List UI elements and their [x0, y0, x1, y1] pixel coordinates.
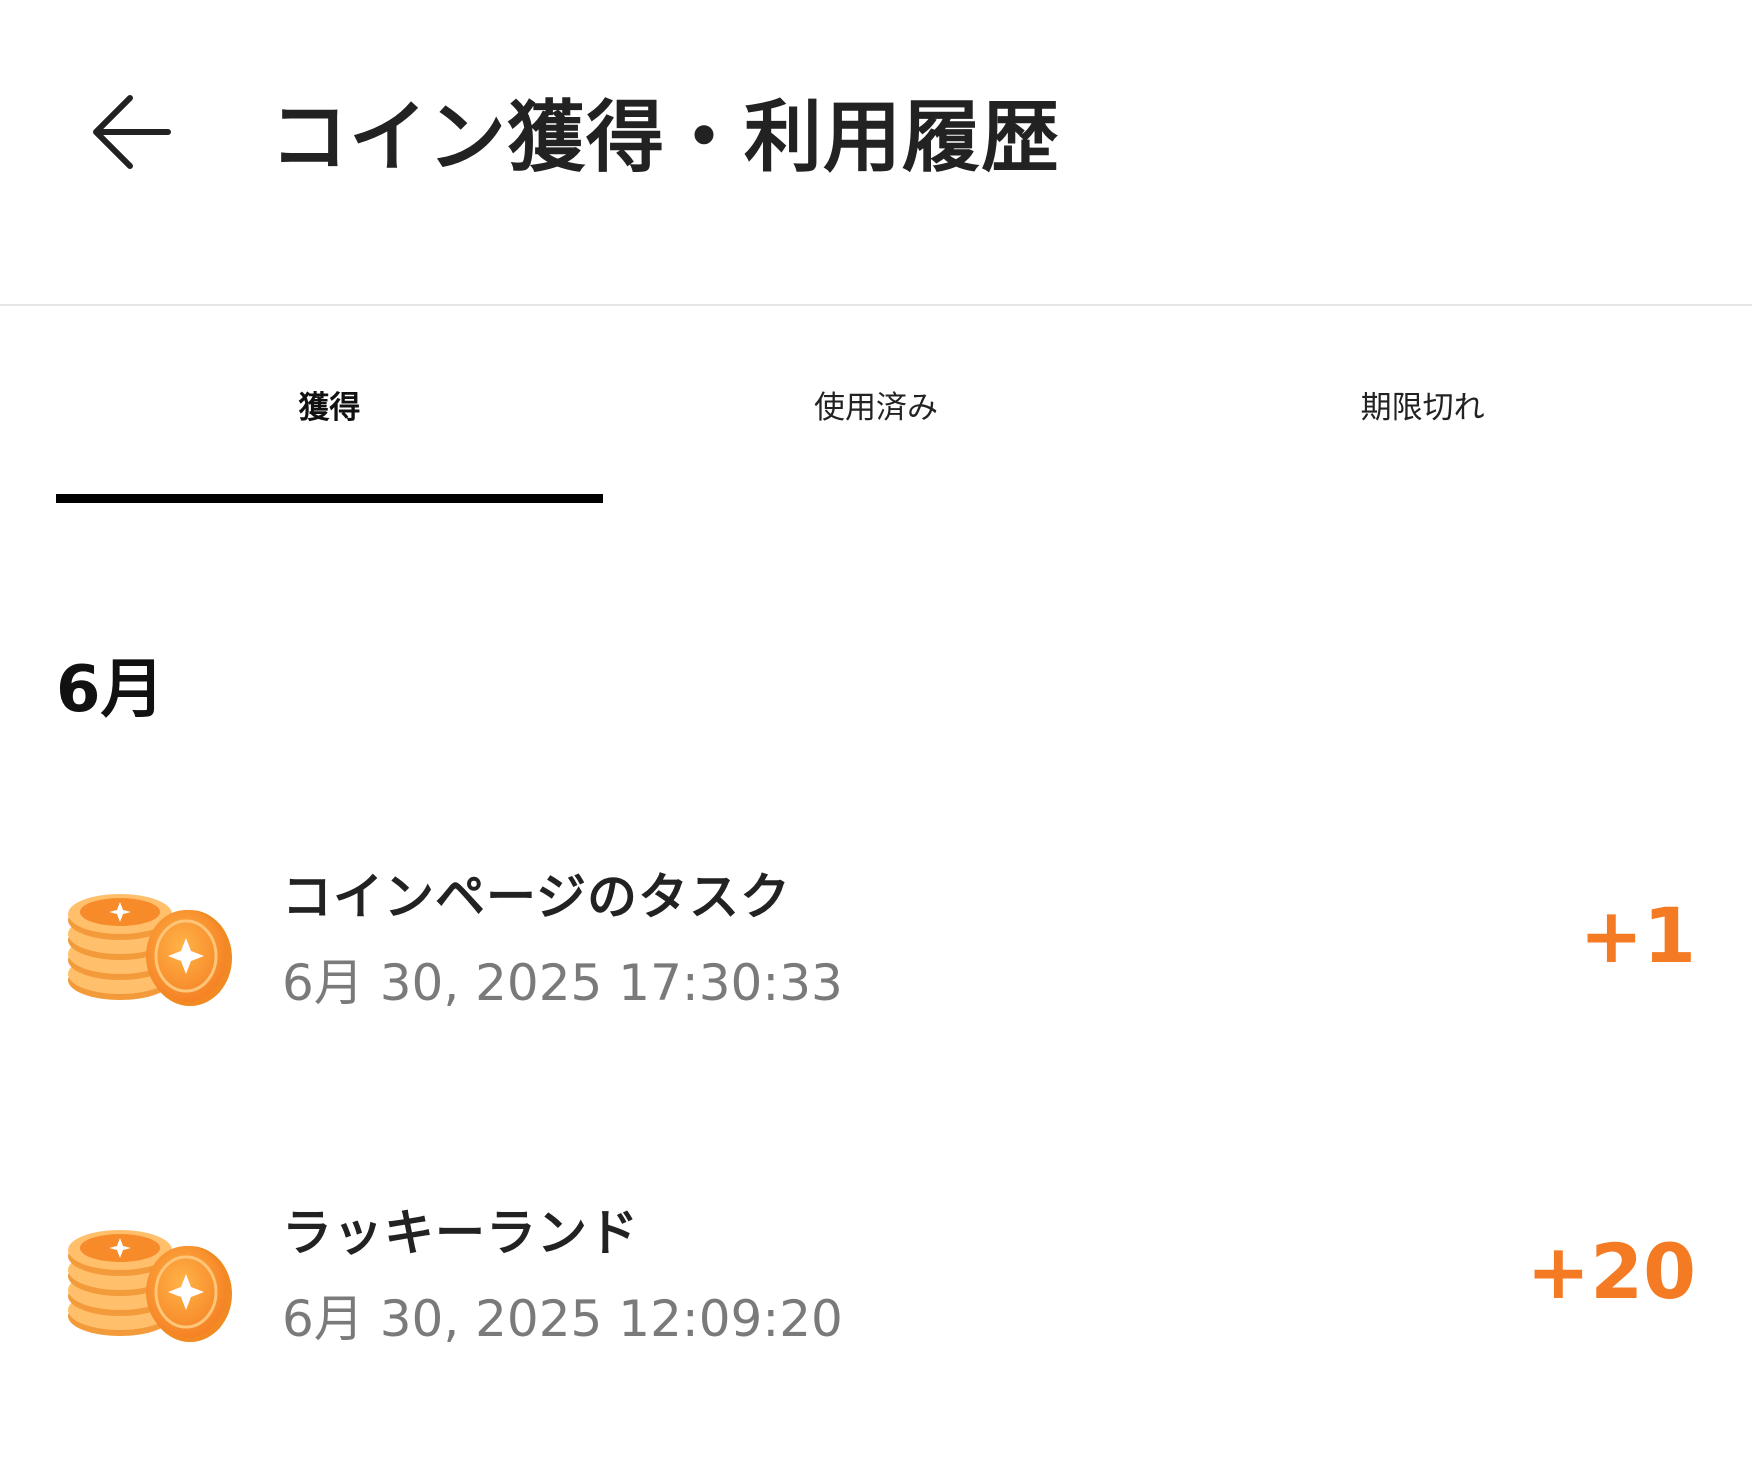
back-button[interactable] — [84, 84, 180, 180]
header-bar: コイン獲得・利用履歴 — [0, 0, 1752, 306]
tab-earned[interactable]: 獲得 — [56, 306, 603, 506]
history-record[interactable]: コインページのタスク 6月 30, 2025 17:30:33 +1 — [56, 840, 1696, 1040]
page-title: コイン獲得・利用履歴 — [270, 93, 1061, 183]
coin-stack-icon — [62, 870, 238, 1020]
month-heading: 6月 — [56, 653, 165, 727]
tab-label: 使用済み — [814, 390, 938, 426]
coin-amount: +20 — [1526, 1227, 1696, 1316]
coin-stack-icon — [62, 1206, 238, 1356]
tab-label: 獲得 — [298, 390, 361, 426]
coin-amount: +1 — [1579, 891, 1696, 980]
tab-label: 期限切れ — [1360, 390, 1485, 426]
active-tab-indicator — [56, 494, 603, 503]
arrow-left-icon — [93, 95, 171, 169]
record-title: ラッキーランド — [282, 1204, 639, 1262]
coin-history-screen: コイン獲得・利用履歴 獲得 使用済み 期限切れ 6月 コインページのタスク 6月… — [0, 0, 1752, 1466]
record-timestamp: 6月 30, 2025 17:30:33 — [282, 954, 843, 1012]
tab-bar: 獲得 使用済み 期限切れ — [56, 306, 1696, 506]
record-title: コインページのタスク — [282, 868, 791, 926]
tab-expired[interactable]: 期限切れ — [1149, 306, 1696, 506]
tab-used[interactable]: 使用済み — [603, 306, 1150, 506]
history-record[interactable]: ラッキーランド 6月 30, 2025 12:09:20 +20 — [56, 1176, 1696, 1376]
record-timestamp: 6月 30, 2025 12:09:20 — [282, 1290, 843, 1348]
